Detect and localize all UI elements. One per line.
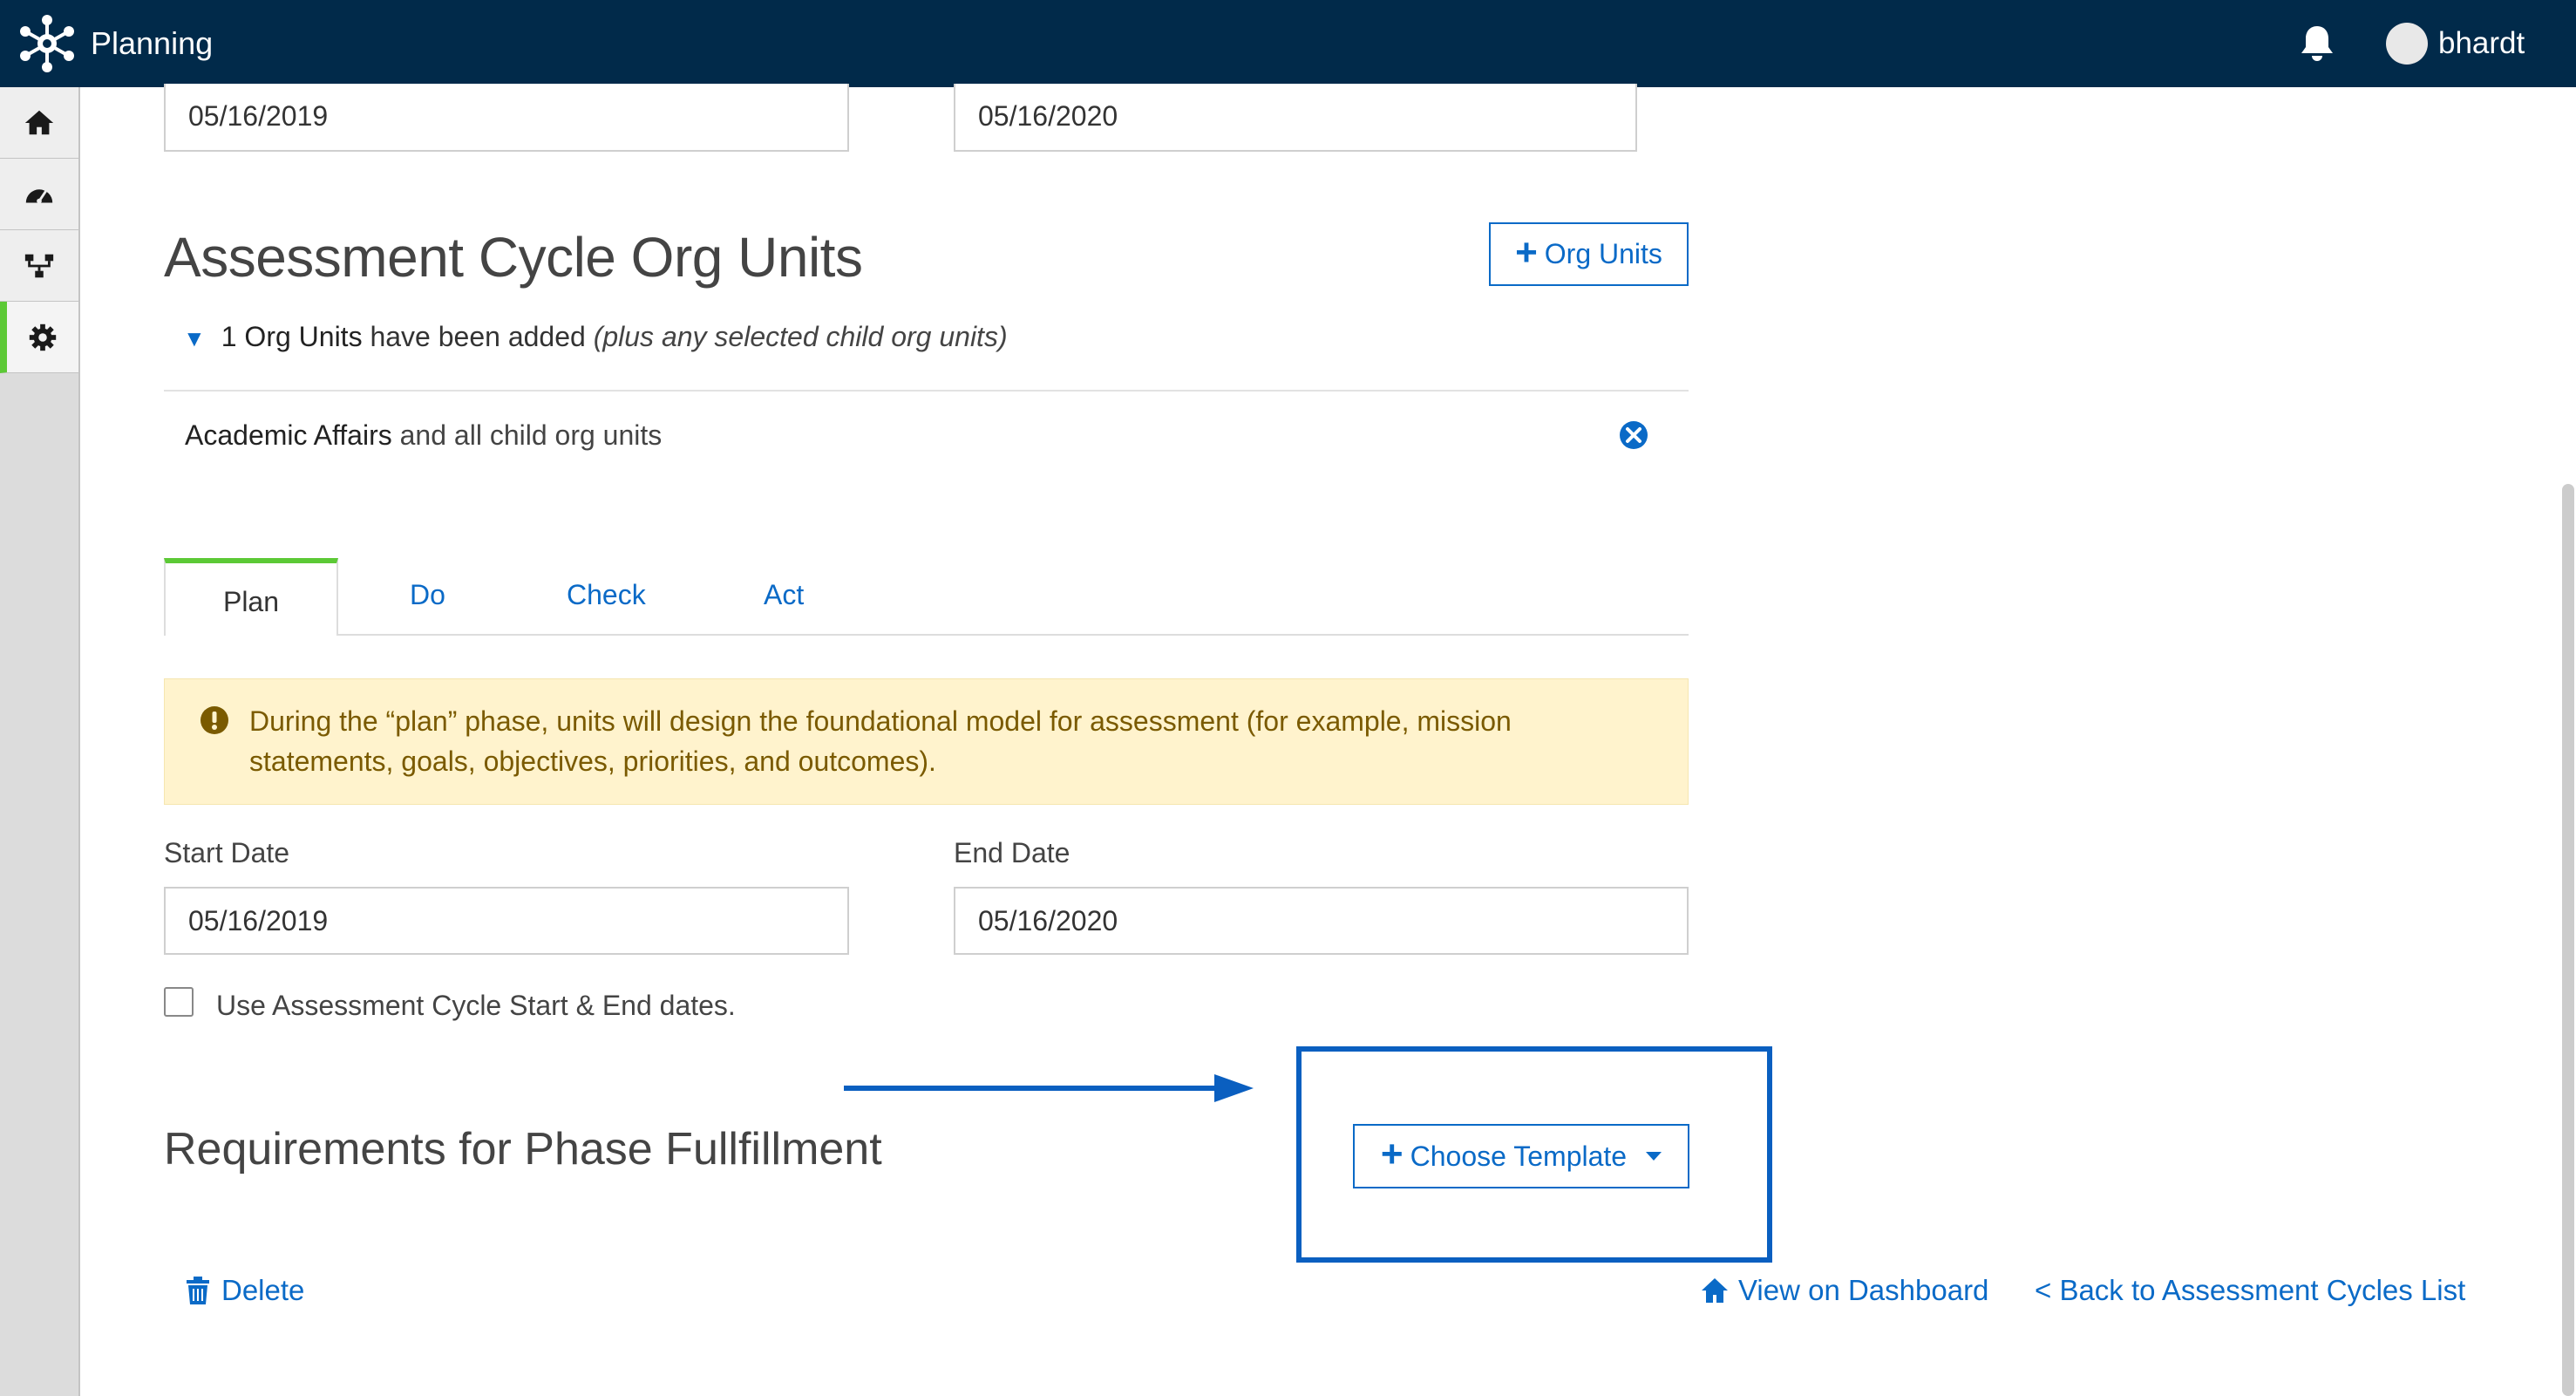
org-unit-name: Academic Affairs [185,419,392,451]
org-tree-icon [24,254,54,277]
exclamation-circle-icon [201,706,228,734]
plus-icon: + [1515,230,1538,274]
phase-end-date-input[interactable]: 05/16/2020 [954,887,1689,955]
org-unit-suffix: and all child org units [391,419,663,451]
add-org-units-label: Org Units [1544,238,1662,269]
sidebar-item-settings[interactable] [0,302,78,373]
sidebar [0,87,80,1396]
username[interactable]: bhardt [2438,24,2525,64]
org-units-summary-note: (plus any selected child org units) [593,321,1008,352]
view-on-dashboard-link[interactable]: View on Dashboard [1700,1271,1988,1310]
cycle-start-date-input[interactable]: 05/16/2019 [164,84,849,152]
org-units-summary-toggle[interactable]: ▼ 1 Org Units have been added (plus any s… [183,318,1008,357]
phase-start-date-input[interactable]: 05/16/2019 [164,887,849,955]
plus-icon: + [1380,1133,1404,1175]
top-navigation-bar [0,0,2576,87]
network-logo-icon[interactable] [17,14,77,73]
dashboard-gauge-icon [25,188,53,203]
tab-plan[interactable]: Plan [164,558,338,636]
sidebar-item-dashboard[interactable] [0,159,78,230]
app-title[interactable]: Planning [91,24,213,64]
org-units-count: 1 Org Units [221,321,363,352]
requirements-title: Requirements for Phase Fullfillment [164,1124,882,1175]
use-cycle-dates-checkbox[interactable] [164,987,194,1017]
end-date-label: End Date [954,837,1071,868]
org-unit-row: Academic Affairs and all child org units [185,417,662,453]
tab-act[interactable]: Act [764,574,804,616]
tab-check[interactable]: Check [567,574,646,616]
caret-down-icon: ▼ [183,325,206,351]
scrollbar-thumb[interactable] [2562,484,2574,1396]
avatar[interactable] [2386,23,2428,65]
sidebar-item-home[interactable] [0,87,78,159]
start-date-label: Start Date [164,837,290,868]
caret-down-icon [1646,1152,1662,1161]
tab-do[interactable]: Do [410,574,445,616]
home-icon [24,110,54,134]
remove-org-unit-icon[interactable] [1618,419,1649,451]
choose-template-button[interactable]: + Choose Template [1353,1124,1689,1188]
choose-template-label: Choose Template [1410,1140,1628,1172]
annotation-arrow-icon [844,1074,1254,1102]
home-icon [1702,1278,1728,1303]
org-units-summary-text: have been added [362,321,594,352]
section-title-org-units: Assessment Cycle Org Units [164,226,863,289]
delete-link[interactable]: Delete [183,1271,304,1310]
gear-icon [29,323,57,351]
use-cycle-dates-label[interactable]: Use Assessment Cycle Start & End dates. [216,987,736,1024]
back-to-cycles-link[interactable]: < Back to Assessment Cycles List [2035,1271,2465,1310]
sidebar-item-org-tree[interactable] [0,230,78,302]
tabs-baseline [164,634,1689,636]
alert-text: During the “plan” phase, units will desi… [249,705,1512,777]
view-on-dashboard-label: View on Dashboard [1738,1274,1989,1306]
divider [164,390,1689,392]
cycle-end-date-input[interactable]: 05/16/2020 [954,84,1637,152]
trash-icon [187,1277,209,1304]
delete-label: Delete [221,1274,305,1306]
add-org-units-button[interactable]: + Org Units [1489,222,1689,286]
bell-icon[interactable] [2298,23,2336,65]
